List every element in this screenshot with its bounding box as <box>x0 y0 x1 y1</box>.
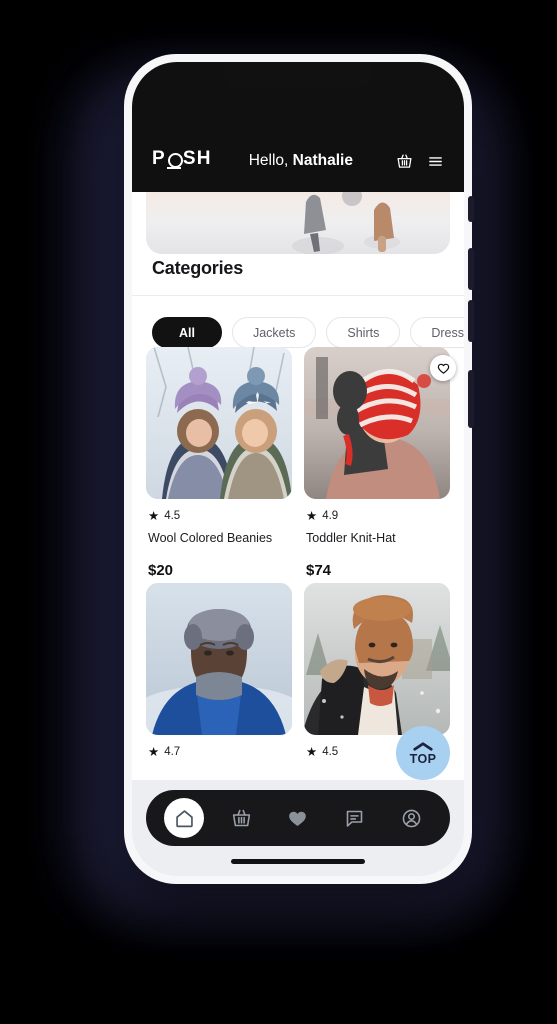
chip-shirts[interactable]: Shirts <box>326 317 401 348</box>
logo-o-circle-icon <box>166 150 183 169</box>
star-icon: ★ <box>306 744 318 759</box>
volume-up-button[interactable] <box>468 248 474 290</box>
product-image-artwork <box>304 582 450 735</box>
device-notch <box>223 62 373 88</box>
heart-icon <box>437 363 449 374</box>
product-rating: ★ 4.9 <box>304 499 450 523</box>
categories-section: Categories All Jackets Shirts Dresses <box>132 258 464 348</box>
heart-icon <box>289 811 307 826</box>
favorite-button[interactable] <box>430 355 456 381</box>
product-image-artwork <box>146 347 292 499</box>
product-price: $20 <box>148 561 174 579</box>
volume-down-button[interactable] <box>468 300 474 342</box>
menu-icon[interactable] <box>427 153 444 170</box>
rating-value: 4.9 <box>322 510 339 523</box>
bottom-nav-area <box>132 780 464 876</box>
greeting-text: Hello, Nathalie <box>206 152 396 170</box>
chevron-up-icon <box>413 742 433 751</box>
bottom-navigation-bar <box>146 790 450 846</box>
product-name: Toddler Knit-Hat <box>306 530 396 545</box>
chip-dresses[interactable]: Dresses <box>410 317 464 348</box>
chip-jackets[interactable]: Jackets <box>231 317 317 348</box>
product-image[interactable] <box>304 582 450 735</box>
star-icon: ★ <box>148 509 160 523</box>
header-actions <box>396 153 444 170</box>
nav-item-favorites[interactable] <box>278 798 318 838</box>
product-image[interactable] <box>146 347 292 499</box>
phone-screen: Categories All Jackets Shirts Dresses <box>132 62 464 876</box>
product-price: $74 <box>306 561 332 579</box>
categories-title: Categories <box>152 258 244 278</box>
product-image-artwork <box>146 582 292 735</box>
shopping-basket-icon <box>397 154 412 168</box>
scroll-to-top-label: TOP <box>409 751 437 766</box>
product-rating: ★ 4.7 <box>146 735 292 759</box>
rating-value: 4.7 <box>164 745 181 758</box>
greeting-prefix: Hello, <box>248 152 293 169</box>
power-button[interactable] <box>468 370 474 428</box>
product-image[interactable] <box>146 582 292 735</box>
home-icon <box>176 809 193 827</box>
nav-item-messages[interactable] <box>335 798 375 838</box>
product-image-artwork <box>304 347 450 499</box>
product-rating: ★ 4.5 <box>146 499 292 523</box>
product-card[interactable]: ★ 4.5 Wool Colored Beanies $20 <box>146 347 292 579</box>
hamburger-menu-icon <box>429 157 442 166</box>
silent-switch-button[interactable] <box>468 196 474 222</box>
product-card[interactable]: ★ 4.9 Toddler Knit-Hat $74 <box>304 347 456 579</box>
scene: Categories All Jackets Shirts Dresses <box>0 0 557 1024</box>
chip-all[interactable]: All <box>152 317 222 348</box>
nav-item-home[interactable] <box>164 798 205 838</box>
basket-icon <box>232 809 250 826</box>
rating-value: 4.5 <box>164 510 181 523</box>
chat-icon <box>346 810 363 827</box>
product-name: Wool Colored Beanies <box>148 530 273 545</box>
logo-text-p: P <box>152 148 166 169</box>
product-image[interactable] <box>304 347 450 499</box>
app-logo[interactable]: P SH <box>152 148 212 170</box>
profile-icon <box>402 809 421 827</box>
home-indicator <box>231 859 365 864</box>
phone-device-frame: Categories All Jackets Shirts Dresses <box>124 54 472 884</box>
rating-value: 4.5 <box>322 745 339 758</box>
greeting-user-name: Nathalie <box>292 152 353 169</box>
star-icon: ★ <box>148 744 160 759</box>
scroll-to-top-button[interactable]: TOP <box>396 726 450 780</box>
nav-item-basket[interactable] <box>221 798 261 838</box>
product-grid: ★ 4.5 Wool Colored Beanies $20 ★ 4.9 Tod… <box>132 347 464 758</box>
star-icon: ★ <box>306 509 318 523</box>
nav-item-profile[interactable] <box>392 798 432 838</box>
basket-icon[interactable] <box>396 153 413 170</box>
product-card[interactable]: ★ 4.7 <box>146 582 292 759</box>
category-filter-chips[interactable]: All Jackets Shirts Dresses <box>132 296 464 348</box>
